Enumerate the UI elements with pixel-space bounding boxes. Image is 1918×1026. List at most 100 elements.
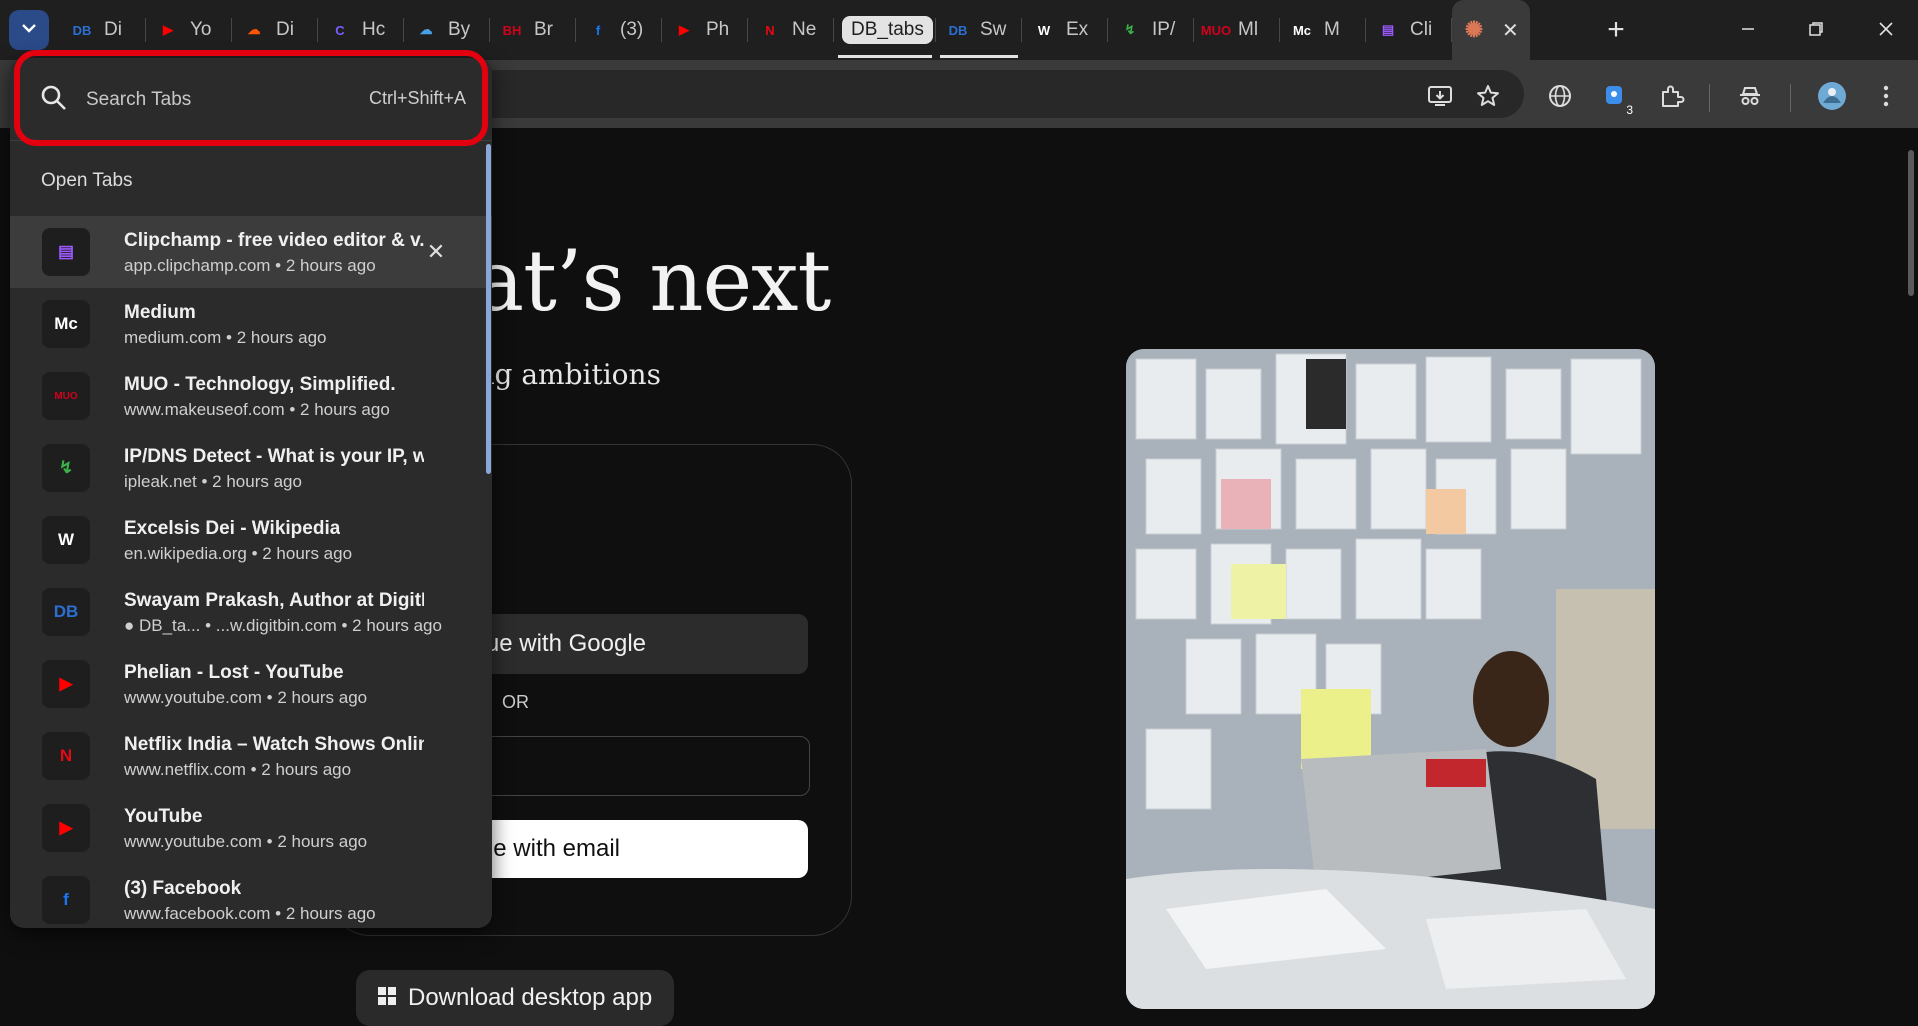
tab-result-url-time: ● DB_ta... • ...w.digitbin.com • 2 hours… bbox=[124, 616, 442, 635]
tab-search-result-item[interactable]: Mc Medium medium.com • 2 hours ago bbox=[10, 288, 492, 360]
browser-tab[interactable]: ☁ By bbox=[404, 0, 490, 60]
new-tab-button[interactable]: + bbox=[1598, 12, 1634, 48]
active-browser-tab[interactable]: ✺ ✕ bbox=[1452, 0, 1530, 60]
soundcloud-icon: ☁ bbox=[247, 22, 261, 37]
tab-title: Ml bbox=[1238, 19, 1259, 40]
browser-tab[interactable]: W Ex bbox=[1022, 0, 1108, 60]
tab-search-result-item[interactable]: N Netflix India – Watch Shows Online, ...… bbox=[10, 720, 492, 792]
tab-result-title: Medium bbox=[124, 302, 196, 323]
or-divider-label: OR bbox=[502, 692, 529, 712]
browser-tab[interactable]: Mc M bbox=[1280, 0, 1366, 60]
tab-result-url-time: www.youtube.com • 2 hours ago bbox=[124, 688, 368, 707]
browser-tab[interactable]: DB Sw bbox=[936, 0, 1022, 60]
tab-title: Ph bbox=[706, 19, 730, 40]
close-tab-icon[interactable]: ✕ bbox=[422, 238, 450, 266]
search-icon bbox=[40, 84, 68, 117]
download-button-label: Download desktop app bbox=[408, 984, 653, 1011]
search-tabs-input[interactable] bbox=[84, 84, 348, 116]
tab-title: Di bbox=[104, 19, 122, 40]
facebook-icon: f bbox=[595, 22, 601, 38]
open-tabs-list: ▤ Clipchamp - free video editor & v... app… bbox=[10, 216, 492, 936]
browser-tab[interactable]: ↯ IP/ bbox=[1108, 0, 1194, 60]
youtube-icon: ▶ bbox=[163, 22, 173, 37]
incognito-button[interactable] bbox=[1732, 80, 1768, 116]
tab-search-result-item[interactable]: ▶ YouTube www.youtube.com • 2 hours ago bbox=[10, 792, 492, 864]
tab-result-title: (3) Facebook bbox=[124, 878, 242, 899]
youtube-icon: ▶ bbox=[42, 660, 90, 708]
extension-badge-count: 3 bbox=[1626, 103, 1633, 117]
profile-avatar-button[interactable] bbox=[1814, 80, 1850, 116]
browser-menu-button[interactable] bbox=[1868, 80, 1904, 116]
browser-tab[interactable]: ▶ Ph bbox=[662, 0, 748, 60]
browser-tab[interactable]: BH Br bbox=[490, 0, 576, 60]
toolbar-divider bbox=[1709, 84, 1710, 112]
page-scrollbar-thumb[interactable] bbox=[1908, 150, 1914, 296]
tab-title: Yo bbox=[190, 19, 212, 40]
tab-title: Sw bbox=[980, 19, 1007, 40]
browser-tab[interactable]: C Hc bbox=[318, 0, 404, 60]
section-title-open-tabs: Open Tabs bbox=[41, 170, 133, 191]
globe-icon bbox=[1547, 83, 1573, 114]
tab-search-result-item[interactable]: ▤ Clipchamp - free video editor & v... app… bbox=[10, 216, 492, 288]
tab-search-result-item[interactable]: MUO MUO - Technology, Simplified. www.make… bbox=[10, 360, 492, 432]
tab-title: Br bbox=[534, 19, 553, 40]
browser-tab[interactable]: N Ne bbox=[748, 0, 834, 60]
tab-result-url-time: en.wikipedia.org • 2 hours ago bbox=[124, 544, 353, 563]
divider bbox=[10, 140, 492, 141]
tab-search-button[interactable] bbox=[9, 10, 49, 50]
browser-tab[interactable]: MUO Ml bbox=[1194, 0, 1280, 60]
browser-tab[interactable]: f (3) bbox=[576, 0, 662, 60]
install-app-button[interactable] bbox=[1422, 80, 1458, 116]
browser-tab[interactable]: ☁ Di bbox=[232, 0, 318, 60]
tab-title: Ne bbox=[792, 19, 817, 40]
dropdown-scrollbar-thumb[interactable] bbox=[486, 144, 491, 474]
tab-group-label[interactable]: DB_tabs bbox=[834, 0, 936, 60]
tab-title: Di bbox=[276, 19, 294, 40]
close-tab-icon[interactable]: ✕ bbox=[1502, 18, 1519, 43]
close-icon bbox=[1878, 17, 1894, 43]
vpn-extension-button[interactable] bbox=[1542, 80, 1578, 116]
tab-group-name: DB_tabs bbox=[842, 16, 933, 44]
tab-search-result-item[interactable]: f (3) Facebook www.facebook.com • 2 hours … bbox=[10, 864, 492, 936]
extension-with-badge-button[interactable]: 3 bbox=[1598, 80, 1634, 117]
restore-icon bbox=[1808, 17, 1824, 43]
bookmark-star-button[interactable] bbox=[1470, 80, 1506, 116]
tab-search-result-item[interactable]: W Excelsis Dei - Wikipedia en.wikipedia.or… bbox=[10, 504, 492, 576]
claude-icon: ✺ bbox=[1464, 17, 1484, 42]
minimize-button[interactable] bbox=[1728, 12, 1768, 48]
tab-search-result-item[interactable]: ▶ Phelian - Lost - YouTube www.youtube.com… bbox=[10, 648, 492, 720]
facebook-icon: f bbox=[42, 876, 90, 924]
tab-result-title: Excelsis Dei - Wikipedia bbox=[124, 518, 341, 539]
digitbin-icon: DB bbox=[72, 22, 92, 38]
clipchamp-icon: ▤ bbox=[1381, 22, 1395, 37]
tab-result-url-time: www.netflix.com • 2 hours ago bbox=[124, 760, 352, 779]
clipchamp-icon: ▤ bbox=[42, 228, 90, 276]
tab-title: (3) bbox=[620, 19, 644, 40]
close-window-button[interactable] bbox=[1866, 12, 1906, 48]
tab-result-title: YouTube bbox=[124, 806, 203, 827]
tab-search-row: Ctrl+Shift+A bbox=[10, 58, 492, 140]
windows-icon bbox=[378, 984, 396, 1012]
minimize-icon bbox=[1740, 17, 1756, 43]
keyboard-shortcut-hint: Ctrl+Shift+A bbox=[368, 88, 466, 108]
tab-result-title: IP/DNS Detect - What is your IP, what... bbox=[124, 446, 424, 467]
wikipedia-icon: W bbox=[1037, 22, 1051, 38]
youtube-icon: ▶ bbox=[42, 804, 90, 852]
download-desktop-app-button[interactable]: Download desktop app bbox=[356, 970, 674, 1026]
tab-title: Ex bbox=[1066, 19, 1089, 40]
tab-title: IP/ bbox=[1152, 19, 1176, 40]
toolbar-divider bbox=[1790, 84, 1791, 112]
plus-icon: + bbox=[1607, 13, 1625, 46]
install-icon bbox=[1427, 83, 1453, 114]
browser-tab[interactable]: DB Di bbox=[60, 0, 146, 60]
wikipedia-icon: W bbox=[42, 516, 90, 564]
medium-icon: Mc bbox=[42, 300, 90, 348]
browser-tab[interactable]: ▶ Yo bbox=[146, 0, 232, 60]
extensions-button[interactable] bbox=[1654, 80, 1690, 116]
youtube-icon: ▶ bbox=[679, 22, 689, 37]
puzzle-icon bbox=[1659, 83, 1685, 114]
tab-search-result-item[interactable]: ↯ IP/DNS Detect - What is your IP, what..… bbox=[10, 432, 492, 504]
tab-search-result-item[interactable]: DB Swayam Prakash, Author at DigitBin ● DB… bbox=[10, 576, 492, 648]
browser-tab[interactable]: ▤ Cli bbox=[1366, 0, 1452, 60]
restore-button[interactable] bbox=[1796, 12, 1836, 48]
